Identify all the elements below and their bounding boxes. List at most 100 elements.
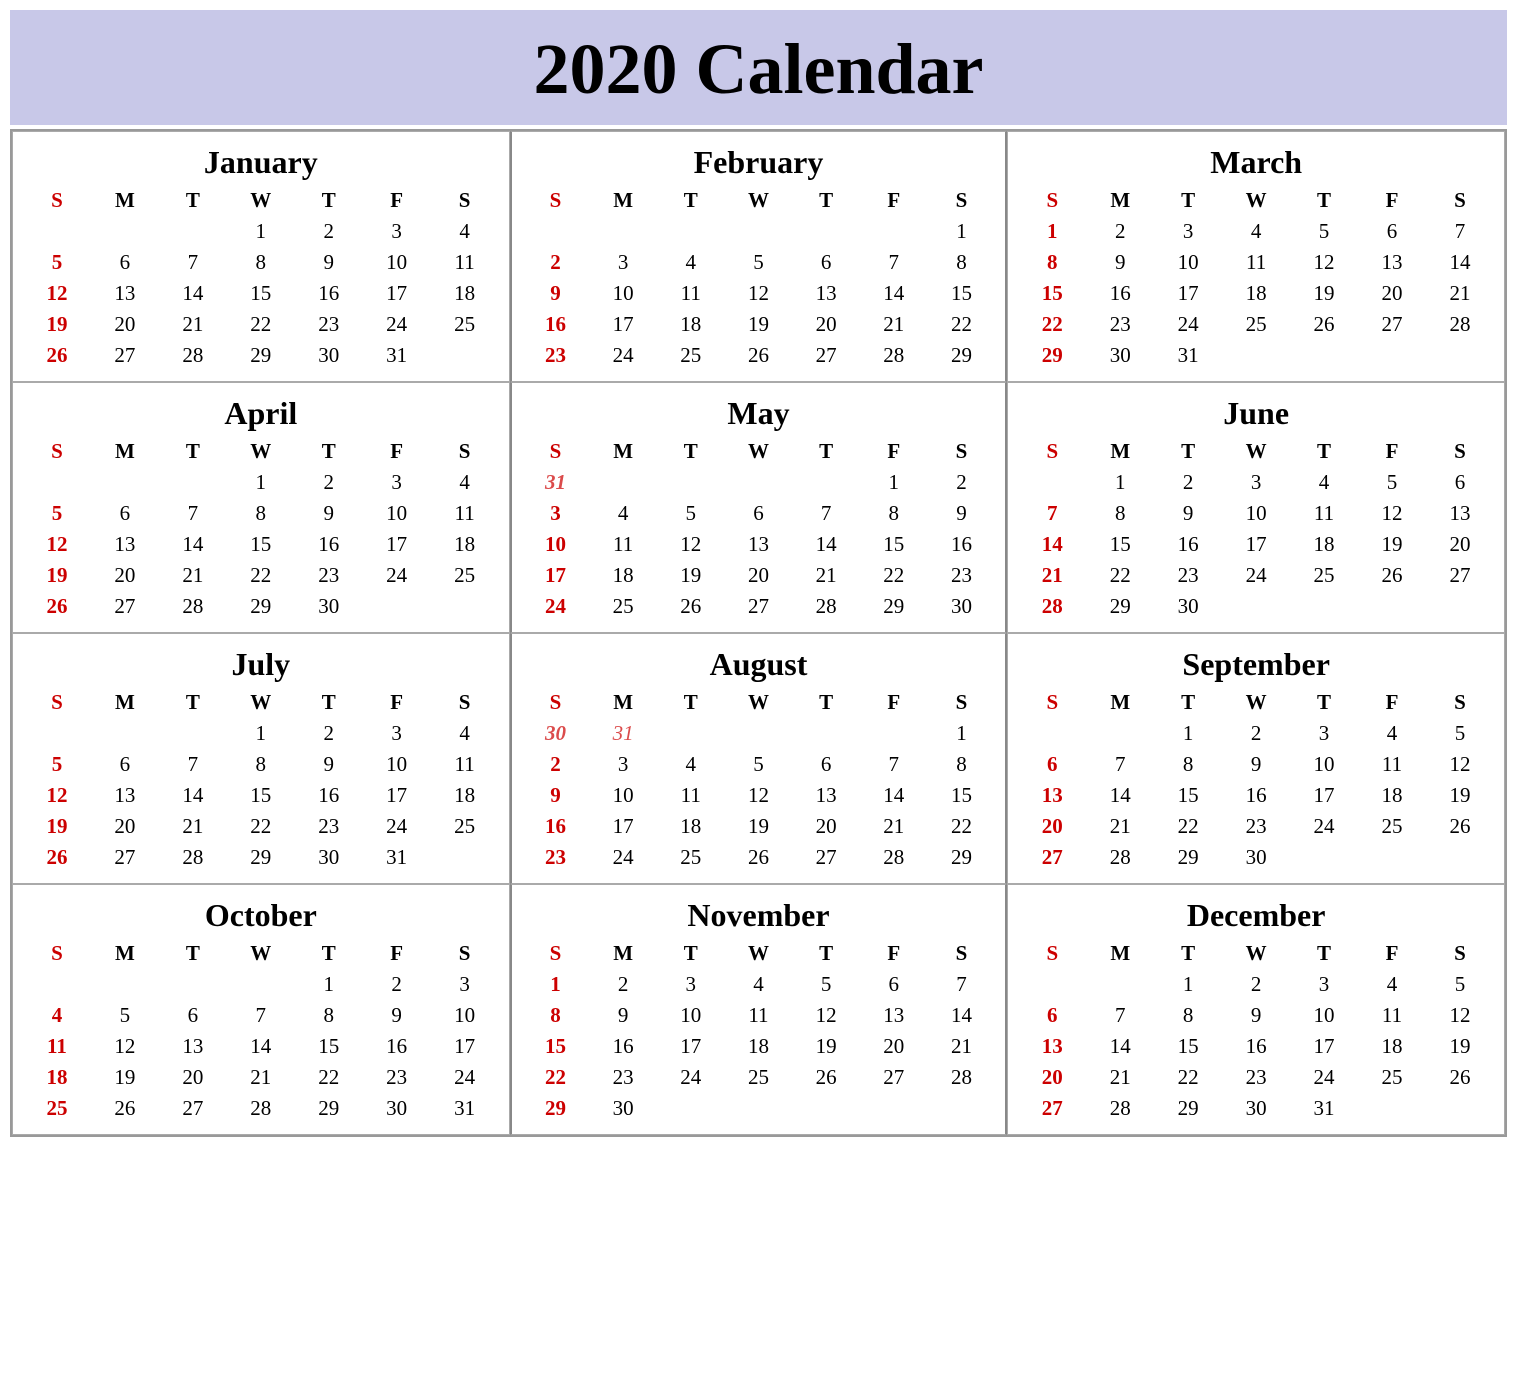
calendar-day: 18 xyxy=(657,811,725,842)
week-row: 6789101112 xyxy=(1018,1000,1494,1031)
calendar-day: 22 xyxy=(928,309,996,340)
day-header: S xyxy=(522,436,590,467)
month-block-september: SeptemberSMTWTFS123456789101112131415161… xyxy=(1007,633,1505,884)
month-block-october: OctoberSMTWTFS12345678910111213141516171… xyxy=(12,884,510,1135)
day-header: W xyxy=(1222,687,1290,718)
calendar-day: 6 xyxy=(91,498,159,529)
calendar-day: 2 xyxy=(363,969,431,1000)
week-row: 27282930 xyxy=(1018,842,1494,873)
month-table: SMTWTFS123456789101112131415161718192021… xyxy=(23,938,499,1124)
week-row: 123 xyxy=(23,969,499,1000)
day-header: T xyxy=(1154,436,1222,467)
calendar-day: 13 xyxy=(91,278,159,309)
calendar-day: 11 xyxy=(23,1031,91,1062)
week-row: 22232425262728 xyxy=(522,1062,996,1093)
month-name: November xyxy=(522,891,996,938)
day-header: T xyxy=(792,436,860,467)
day-header: W xyxy=(227,436,295,467)
calendar-day xyxy=(1290,842,1358,873)
week-row: 25262728293031 xyxy=(23,1093,499,1124)
week-row: 2345678 xyxy=(522,749,996,780)
calendar-day xyxy=(792,467,860,498)
calendar-day: 7 xyxy=(1086,749,1154,780)
calendar-day: 17 xyxy=(657,1031,725,1062)
calendar-day: 12 xyxy=(91,1031,159,1062)
calendar-day: 13 xyxy=(1426,498,1494,529)
day-header: S xyxy=(1426,185,1494,216)
month-block-january: JanuarySMTWTFS12345678910111213141516171… xyxy=(12,131,510,382)
calendar-page: 2020 Calendar JanuarySMTWTFS123456789101… xyxy=(0,0,1517,1147)
week-row: 15161718192021 xyxy=(1018,278,1494,309)
calendar-day xyxy=(159,216,227,247)
calendar-day: 9 xyxy=(1086,247,1154,278)
calendar-day: 1 xyxy=(928,718,996,749)
calendar-day: 3 xyxy=(522,498,590,529)
calendar-day: 24 xyxy=(657,1062,725,1093)
calendar-day: 25 xyxy=(1222,309,1290,340)
calendar-day: 7 xyxy=(1086,1000,1154,1031)
week-row: 2728293031 xyxy=(1018,1093,1494,1124)
calendar-day: 1 xyxy=(1018,216,1086,247)
calendar-day: 9 xyxy=(522,278,590,309)
month-block-june: JuneSMTWTFS12345678910111213141516171819… xyxy=(1007,382,1505,633)
calendar-day xyxy=(589,467,657,498)
calendar-day: 19 xyxy=(1290,278,1358,309)
calendar-day: 9 xyxy=(1222,1000,1290,1031)
calendar-day: 27 xyxy=(1018,842,1086,873)
day-header: T xyxy=(159,185,227,216)
calendar-day xyxy=(431,340,499,371)
calendar-day xyxy=(522,216,590,247)
calendar-day xyxy=(792,1093,860,1124)
calendar-day: 4 xyxy=(431,718,499,749)
week-row: 21222324252627 xyxy=(1018,560,1494,591)
month-block-march: MarchSMTWTFS1234567891011121314151617181… xyxy=(1007,131,1505,382)
calendar-day: 5 xyxy=(792,969,860,1000)
calendar-day: 18 xyxy=(1358,1031,1426,1062)
calendar-day: 17 xyxy=(431,1031,499,1062)
week-row: 20212223242526 xyxy=(1018,1062,1494,1093)
calendar-day: 22 xyxy=(1154,811,1222,842)
calendar-day: 26 xyxy=(1426,811,1494,842)
calendar-day: 10 xyxy=(431,1000,499,1031)
calendar-day: 14 xyxy=(159,780,227,811)
day-header: T xyxy=(792,185,860,216)
calendar-day: 19 xyxy=(23,309,91,340)
calendar-day: 12 xyxy=(1426,1000,1494,1031)
calendar-day: 6 xyxy=(1426,467,1494,498)
calendar-day: 1 xyxy=(227,216,295,247)
calendar-day xyxy=(589,216,657,247)
calendar-day xyxy=(1222,340,1290,371)
calendar-day: 16 xyxy=(522,811,590,842)
calendar-day: 7 xyxy=(227,1000,295,1031)
page-title: 2020 Calendar xyxy=(10,28,1507,111)
calendar-day: 20 xyxy=(792,811,860,842)
calendar-day: 3 xyxy=(363,216,431,247)
day-header: M xyxy=(91,436,159,467)
week-row: 567891011 xyxy=(23,498,499,529)
calendar-day: 29 xyxy=(1018,340,1086,371)
calendar-day xyxy=(91,969,159,1000)
calendar-day: 25 xyxy=(1290,560,1358,591)
calendar-day: 27 xyxy=(91,842,159,873)
calendar-day: 21 xyxy=(860,309,928,340)
month-table: SMTWTFS123456789101112131415161718192021… xyxy=(23,185,499,371)
calendar-day: 18 xyxy=(23,1062,91,1093)
calendar-day: 10 xyxy=(589,780,657,811)
calendar-day: 4 xyxy=(431,216,499,247)
week-row: 19202122232425 xyxy=(23,309,499,340)
week-row: 12345 xyxy=(1018,718,1494,749)
month-block-july: JulySMTWTFS12345678910111213141516171819… xyxy=(12,633,510,884)
day-header: T xyxy=(657,687,725,718)
calendar-day: 3 xyxy=(589,247,657,278)
week-row: 15161718192021 xyxy=(522,1031,996,1062)
calendar-day: 28 xyxy=(227,1093,295,1124)
calendar-day: 20 xyxy=(725,560,793,591)
calendar-day: 6 xyxy=(792,749,860,780)
week-row: 14151617181920 xyxy=(1018,529,1494,560)
day-header: T xyxy=(1154,938,1222,969)
calendar-day: 7 xyxy=(1426,216,1494,247)
week-row: 18192021222324 xyxy=(23,1062,499,1093)
calendar-day: 25 xyxy=(657,340,725,371)
month-table: SMTWTFS123456789101112131415161718192021… xyxy=(23,687,499,873)
calendar-day: 18 xyxy=(431,529,499,560)
